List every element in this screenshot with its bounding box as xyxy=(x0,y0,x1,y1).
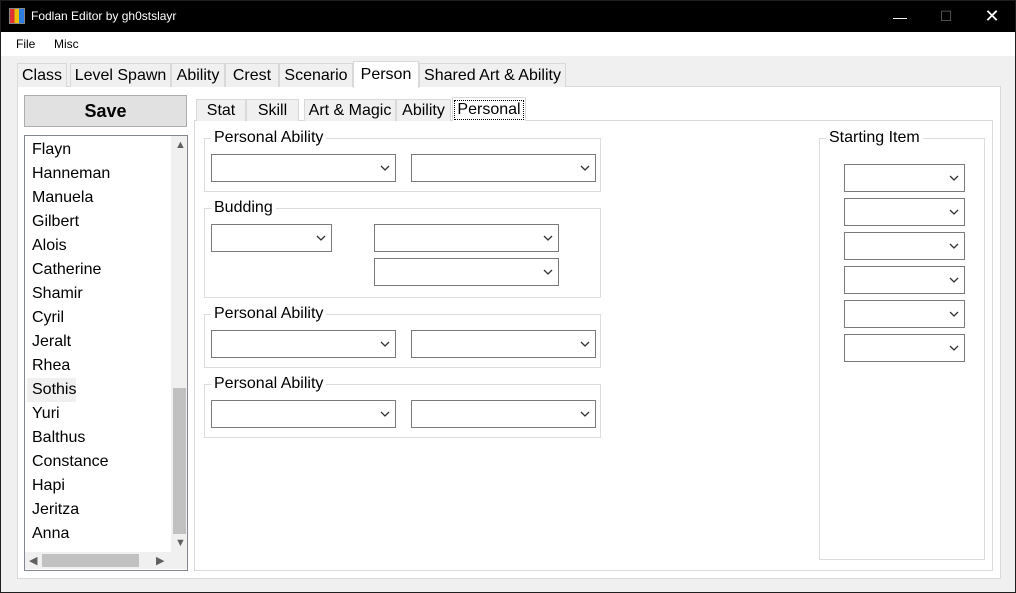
personal-ability-group-1: Personal Ability xyxy=(204,129,601,192)
tab-person[interactable]: Person xyxy=(353,61,419,88)
starting-item-dropdown[interactable] xyxy=(844,198,965,226)
chevron-down-icon xyxy=(380,411,390,417)
personal-ability-dropdown[interactable] xyxy=(411,154,596,182)
list-item[interactable]: Jeritza xyxy=(27,498,79,522)
list-item[interactable]: Flayn xyxy=(27,138,71,162)
maximize-button[interactable]: ☐ xyxy=(923,1,969,32)
list-item[interactable]: Anna xyxy=(27,522,69,546)
subtab-stat[interactable]: Stat xyxy=(196,99,246,121)
list-item[interactable]: Alois xyxy=(27,234,67,258)
starting-item-dropdown[interactable] xyxy=(844,232,965,260)
list-item[interactable]: Hanneman xyxy=(27,162,110,186)
personal-ability-dropdown[interactable] xyxy=(411,330,596,358)
chevron-down-icon xyxy=(949,209,959,215)
tab-ability[interactable]: Ability xyxy=(171,63,225,87)
personal-ability-group-2: Personal Ability xyxy=(204,305,601,368)
menu-misc[interactable]: Misc xyxy=(54,37,79,51)
list-item[interactable]: Rhea xyxy=(27,354,70,378)
list-item[interactable]: Cyril xyxy=(27,306,64,330)
subtab-personal[interactable]: Personal xyxy=(452,97,526,121)
chevron-down-icon xyxy=(580,411,590,417)
minimize-button[interactable]: — xyxy=(877,1,923,32)
tab-level-spawn[interactable]: Level Spawn xyxy=(70,63,171,87)
personal-ability-dropdown[interactable] xyxy=(211,330,396,358)
person-list[interactable]: Flayn Hanneman Manuela Gilbert Alois Cat… xyxy=(24,135,188,571)
chevron-down-icon xyxy=(380,165,390,171)
personal-ability-dropdown[interactable] xyxy=(211,400,396,428)
scroll-right-icon[interactable]: ▶ xyxy=(156,554,164,567)
chevron-down-icon xyxy=(949,175,959,181)
personal-ability-dropdown[interactable] xyxy=(411,400,596,428)
chevron-down-icon xyxy=(580,341,590,347)
save-button[interactable]: Save xyxy=(24,95,187,127)
list-item[interactable]: Constance xyxy=(27,450,109,474)
chevron-down-icon xyxy=(949,311,959,317)
chevron-down-icon xyxy=(543,235,553,241)
vertical-scroll-thumb[interactable] xyxy=(173,388,186,534)
group-label: Starting Item xyxy=(826,129,923,147)
horizontal-scrollbar[interactable]: ◀ ▶ xyxy=(25,552,171,569)
scroll-down-icon[interactable]: ▼ xyxy=(175,537,186,549)
starting-item-dropdown[interactable] xyxy=(844,334,965,362)
tab-shared-art-ability[interactable]: Shared Art & Ability xyxy=(419,63,566,87)
budding-dropdown[interactable] xyxy=(211,224,332,252)
starting-item-group: Starting Item xyxy=(819,129,985,560)
list-item[interactable]: Jeralt xyxy=(27,330,71,354)
chevron-down-icon xyxy=(580,165,590,171)
subtab-art-magic[interactable]: Art & Magic xyxy=(304,99,396,121)
budding-dropdown[interactable] xyxy=(374,258,559,286)
tab-crest[interactable]: Crest xyxy=(225,63,279,87)
starting-item-dropdown[interactable] xyxy=(844,164,965,192)
group-label: Personal Ability xyxy=(211,375,327,393)
list-item[interactable]: Balthus xyxy=(27,426,85,450)
chevron-down-icon xyxy=(380,341,390,347)
list-item[interactable]: Yuri xyxy=(27,402,60,426)
chevron-down-icon xyxy=(316,235,326,241)
vertical-scrollbar[interactable]: ▲ ▼ xyxy=(171,136,187,552)
scroll-up-icon[interactable]: ▲ xyxy=(175,139,186,151)
list-item[interactable]: Manuela xyxy=(27,186,93,210)
group-label: Personal Ability xyxy=(211,129,327,147)
chevron-down-icon xyxy=(543,269,553,275)
horizontal-scroll-thumb[interactable] xyxy=(42,554,139,567)
budding-group: Budding xyxy=(204,199,601,298)
app-icon xyxy=(9,8,25,24)
title-bar: Fodlan Editor by gh0stslayr — ☐ ✕ xyxy=(1,1,1015,32)
menu-file[interactable]: File xyxy=(16,37,35,51)
list-item[interactable]: Gilbert xyxy=(27,210,79,234)
scroll-left-icon[interactable]: ◀ xyxy=(29,554,37,567)
subtab-ability[interactable]: Ability xyxy=(396,99,451,121)
budding-dropdown[interactable] xyxy=(374,224,559,252)
app-window: Fodlan Editor by gh0stslayr — ☐ ✕ File M… xyxy=(0,0,1016,593)
chevron-down-icon xyxy=(949,243,959,249)
starting-item-dropdown[interactable] xyxy=(844,300,965,328)
list-item[interactable]: Catherine xyxy=(27,258,101,282)
menu-bar: File Misc xyxy=(1,32,1015,56)
list-item-selected[interactable]: Sothis xyxy=(27,378,77,402)
window-title: Fodlan Editor by gh0stslayr xyxy=(31,9,177,23)
subtab-skill[interactable]: Skill xyxy=(246,99,299,121)
list-item[interactable]: Hapi xyxy=(27,474,65,498)
chevron-down-icon xyxy=(949,277,959,283)
chevron-down-icon xyxy=(949,345,959,351)
group-label: Budding xyxy=(211,199,276,217)
personal-ability-group-3: Personal Ability xyxy=(204,375,601,438)
tab-class[interactable]: Class xyxy=(17,63,67,87)
list-item[interactable]: Shamir xyxy=(27,282,83,306)
personal-tab-panel: Personal Ability Budding Personal Abilit… xyxy=(194,120,993,571)
personal-ability-dropdown[interactable] xyxy=(211,154,396,182)
tab-scenario[interactable]: Scenario xyxy=(279,63,353,87)
close-button[interactable]: ✕ xyxy=(969,1,1015,32)
group-label: Personal Ability xyxy=(211,305,327,323)
scrollbar-corner xyxy=(171,552,187,569)
starting-item-dropdown[interactable] xyxy=(844,266,965,294)
